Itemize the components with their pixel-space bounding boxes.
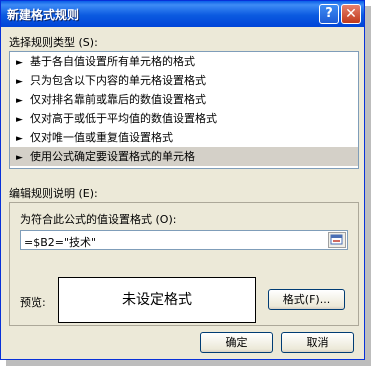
rule-type-item-2[interactable]: ► 仅对排名靠前或靠后的数值设置格式: [10, 90, 358, 109]
rule-type-item-4[interactable]: ► 仅对唯一值或重复值设置格式: [10, 128, 358, 147]
edit-rule-panel: 为符合此公式的值设置格式 (O): =$B2="技术" 预览: 未设定格式 格式…: [9, 202, 359, 326]
formula-field[interactable]: =$B2="技术": [20, 230, 348, 250]
ok-button[interactable]: 确定: [200, 332, 273, 353]
preview-label: 预览:: [20, 296, 46, 309]
range-select-icon: [330, 234, 343, 245]
formula-label: 为符合此公式的值设置格式 (O):: [20, 213, 177, 226]
formula-value: =$B2="技术": [24, 236, 97, 249]
cancel-button[interactable]: 取消: [281, 332, 354, 353]
rule-type-item-0[interactable]: ► 基于各自值设置所有单元格的格式: [10, 52, 358, 71]
rule-type-item-5[interactable]: ► 使用公式确定要设置格式的单元格: [10, 147, 358, 166]
new-format-rule-dialog: 新建格式规则 ? ✕ 选择规则类型 (S): ► 基于各自值设置所有单元格的格式 …: [0, 0, 365, 360]
rule-type-label: 选择规则类型 (S):: [9, 36, 98, 49]
range-select-button[interactable]: [328, 232, 346, 248]
help-button[interactable]: ?: [319, 4, 339, 24]
close-button[interactable]: ✕: [341, 4, 361, 24]
rule-type-item-1[interactable]: ► 只为包含以下内容的单元格设置格式: [10, 71, 358, 90]
edit-rule-label: 编辑规则说明 (E):: [9, 187, 98, 200]
preview-box: 未设定格式: [58, 277, 256, 323]
format-button[interactable]: 格式(F)...: [268, 289, 345, 310]
dialog-title: 新建格式规则: [7, 8, 80, 22]
arrow-right-icon: ►: [16, 153, 23, 163]
rule-type-item-3[interactable]: ► 仅对高于或低于平均值的数值设置格式: [10, 109, 358, 128]
rule-type-list[interactable]: ► 基于各自值设置所有单元格的格式 ► 只为包含以下内容的单元格设置格式 ► 仅对排名…: [9, 51, 359, 169]
title-bar[interactable]: 新建格式规则 ? ✕: [1, 1, 364, 27]
